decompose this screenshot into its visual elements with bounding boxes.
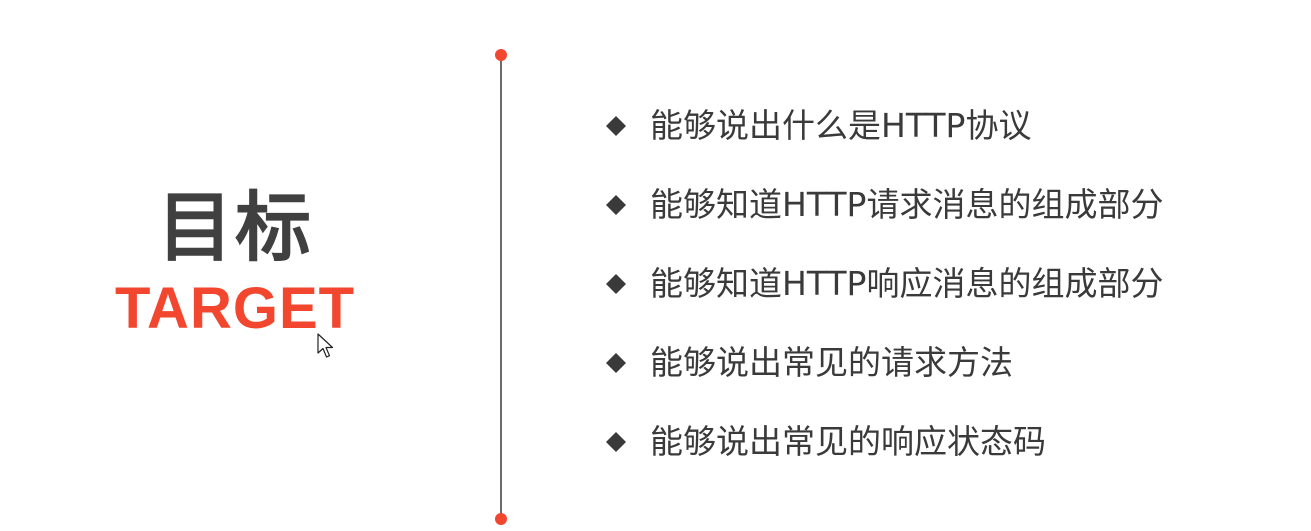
divider-top-dot: [495, 49, 507, 61]
slide: 目标 TARGET 能够说出什么是HTTP协议 能够知道HTTP请求消息的组成部…: [0, 0, 1311, 531]
diamond-bullet-icon: [604, 351, 628, 375]
diamond-bullet-icon: [604, 272, 628, 296]
diamond-bullet-icon: [604, 193, 628, 217]
goal-text: 能够知道HTTP请求消息的组成部分: [650, 185, 1164, 224]
divider-bottom-dot: [495, 513, 507, 525]
goal-text: 能够说出常见的请求方法: [650, 343, 1013, 382]
title-chinese: 目标: [157, 183, 313, 272]
diamond-bullet-icon: [604, 430, 628, 454]
goals-list: 能够说出什么是HTTP协议 能够知道HTTP请求消息的组成部分 能够知道HTTP…: [604, 100, 1163, 495]
goal-item: 能够说出常见的请求方法: [604, 337, 1163, 389]
goal-item: 能够说出常见的响应状态码: [604, 416, 1163, 468]
diamond-bullet-icon: [604, 114, 628, 138]
goal-item: 能够知道HTTP请求消息的组成部分: [604, 179, 1163, 231]
goal-text: 能够说出什么是HTTP协议: [650, 106, 1032, 145]
vertical-divider: [500, 55, 502, 519]
goal-item: 能够说出什么是HTTP协议: [604, 100, 1163, 152]
goal-text: 能够知道HTTP响应消息的组成部分: [650, 264, 1164, 303]
goal-item: 能够知道HTTP响应消息的组成部分: [604, 258, 1163, 310]
mouse-pointer-icon: [317, 333, 335, 359]
goal-text: 能够说出常见的响应状态码: [650, 422, 1046, 461]
title-block: 目标 TARGET: [110, 180, 360, 342]
